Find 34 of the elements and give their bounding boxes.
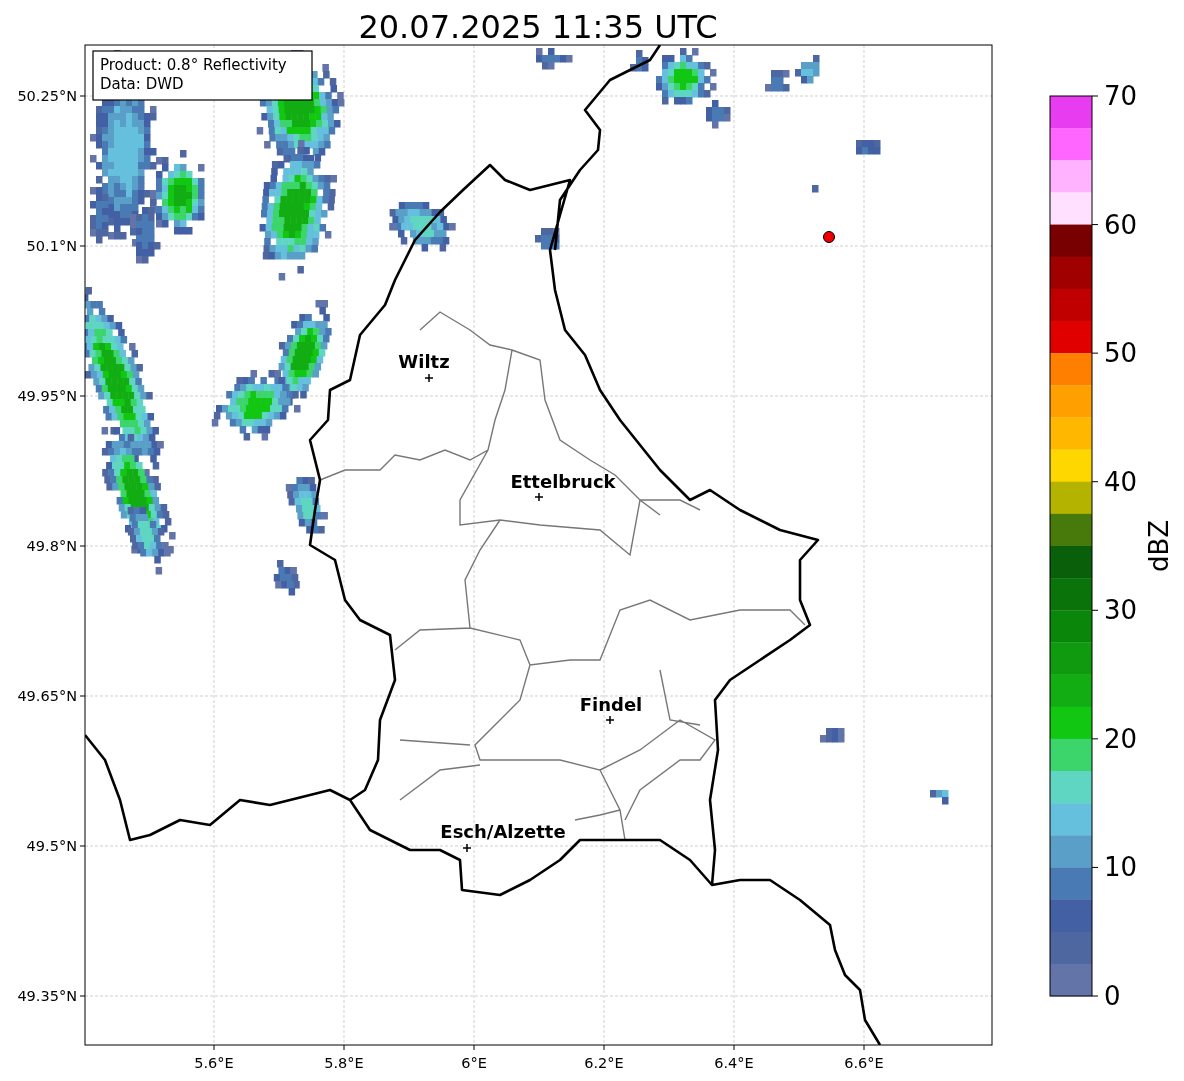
info-text: Product: 0.8° Reflectivity xyxy=(100,56,287,74)
longitude-label: 5.6°E xyxy=(194,1055,234,1071)
latitude-label: 50.25°N xyxy=(17,88,77,104)
colorbar-tick-label: 0 xyxy=(1104,981,1121,1011)
longitude-label: 5.8°E xyxy=(324,1055,364,1071)
info-text: Data: DWD xyxy=(100,75,184,93)
city-marker-icon xyxy=(534,492,544,502)
city-marker-icon xyxy=(462,843,472,853)
city-marker-icon xyxy=(605,715,615,725)
longitude-label: 6.2°E xyxy=(584,1055,624,1071)
latitude-label: 49.65°N xyxy=(17,688,77,704)
colorbar-tick-label: 40 xyxy=(1104,466,1138,497)
colorbar-tick-label: 70 xyxy=(1104,81,1138,111)
city-label: Wiltz xyxy=(398,351,450,372)
city-label: Findel xyxy=(579,694,643,715)
latitude-label: 49.35°N xyxy=(17,988,77,1004)
latitude-label: 50.1°N xyxy=(26,238,77,254)
colorbar-tick-label: 10 xyxy=(1104,852,1138,883)
map-title: 20.07.2025 11:35 UTC xyxy=(358,8,718,46)
colorbar-tick-label: 20 xyxy=(1104,723,1138,754)
radar-site-marker xyxy=(823,231,835,243)
longitude-label: 6.4°E xyxy=(714,1055,754,1071)
colorbar-tick-label: 60 xyxy=(1104,209,1138,240)
latitude-label: 49.8°N xyxy=(26,538,77,554)
colorbar-title: dBZ xyxy=(1144,519,1174,573)
longitude-label: 6°E xyxy=(461,1055,487,1071)
city-label: Ettelbruck xyxy=(510,471,616,492)
longitude-label: 6.6°E xyxy=(844,1055,884,1071)
colorbar-tick-label: 50 xyxy=(1104,338,1138,369)
city-marker-icon xyxy=(424,373,434,383)
latitude-label: 49.95°N xyxy=(17,388,77,404)
colorbar-tick-label: 30 xyxy=(1104,595,1138,626)
city-label: Esch/Alzette xyxy=(440,821,566,842)
latitude-label: 49.5°N xyxy=(26,838,77,854)
